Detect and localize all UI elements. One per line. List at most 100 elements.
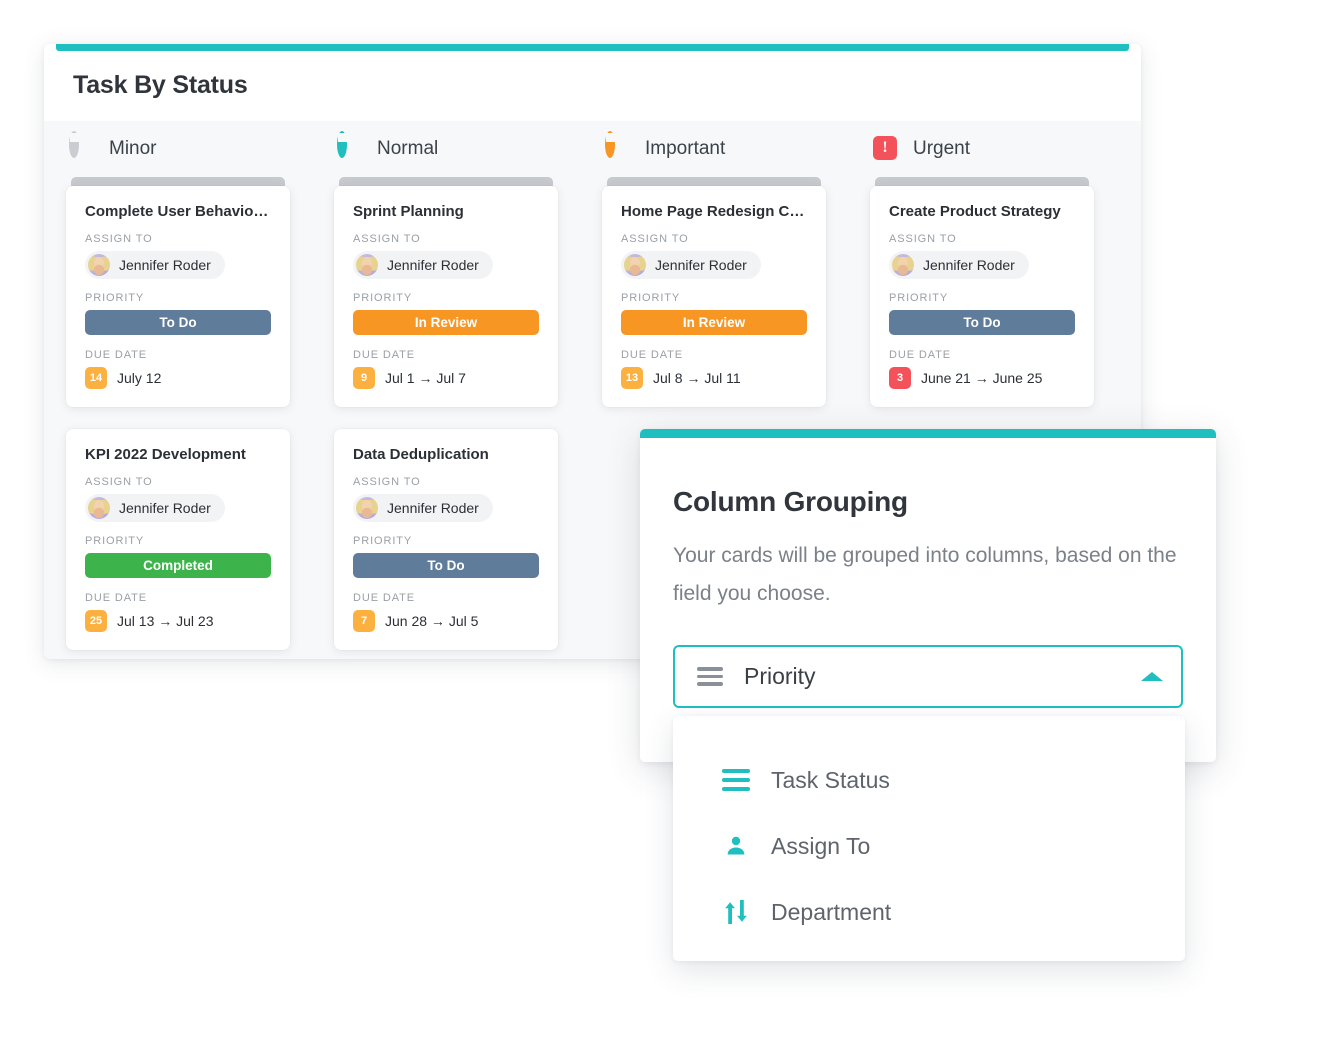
assign-to-label: ASSIGN TO bbox=[85, 476, 153, 488]
exclamation-mark: ! bbox=[873, 136, 897, 160]
column-header-minor[interactable]: Minor bbox=[44, 121, 312, 177]
status-badge[interactable]: In Review bbox=[353, 310, 539, 335]
task-card[interactable]: Home Page Redesign Conce... ASSIGN TO Je… bbox=[602, 186, 826, 407]
column-grouping-panel: Column Grouping Your cards will be group… bbox=[640, 429, 1216, 762]
chevron-up-icon[interactable] bbox=[1141, 672, 1163, 681]
column-header-normal[interactable]: Normal bbox=[312, 121, 580, 177]
assignee-name: Jennifer Roder bbox=[387, 257, 479, 273]
assign-to-label: ASSIGN TO bbox=[889, 233, 957, 245]
assignee-name: Jennifer Roder bbox=[923, 257, 1015, 273]
exchange-arrows-icon bbox=[721, 899, 751, 925]
exclamation-badge-icon: ! bbox=[873, 136, 899, 162]
assignee-chip[interactable]: Jennifer Roder bbox=[85, 251, 225, 279]
column-label: Important bbox=[645, 138, 726, 159]
column-label: Urgent bbox=[913, 138, 971, 159]
grouping-field-dropdown: Task Status Assign To Department bbox=[673, 716, 1185, 961]
due-date-chip: 9 bbox=[353, 367, 375, 389]
assign-to-label: ASSIGN TO bbox=[353, 476, 421, 488]
screen: Task By Status Minor Complete User Behav… bbox=[0, 0, 1340, 1054]
status-badge[interactable]: In Review bbox=[621, 310, 807, 335]
ring-gray-icon bbox=[69, 131, 95, 162]
due-date-text: June 21 → June 25 bbox=[921, 370, 1043, 386]
due-date-chip: 7 bbox=[353, 610, 375, 632]
dropdown-option-label: Department bbox=[771, 898, 892, 925]
dropdown-option-assign-to[interactable]: Assign To bbox=[673, 813, 1185, 879]
assignee-chip[interactable]: Jennifer Roder bbox=[889, 251, 1029, 279]
due-date-label: DUE DATE bbox=[85, 592, 148, 604]
stack-top-bar bbox=[607, 177, 821, 186]
column-card-stack: Complete User Behavior An... ASSIGN TO J… bbox=[66, 177, 290, 650]
task-title: Sprint Planning bbox=[353, 203, 464, 220]
due-date-chip: 14 bbox=[85, 367, 107, 389]
priority-label: PRIORITY bbox=[353, 535, 413, 547]
grouping-field-select[interactable]: Priority bbox=[673, 645, 1183, 708]
assignee-chip[interactable]: Jennifer Roder bbox=[85, 494, 225, 522]
avatar bbox=[356, 497, 378, 519]
dropdown-option-task-status[interactable]: Task Status bbox=[673, 747, 1185, 813]
task-title: Data Deduplication bbox=[353, 446, 489, 463]
due-date-chip: 3 bbox=[889, 367, 911, 389]
status-badge[interactable]: To Do bbox=[85, 310, 271, 335]
task-title: Home Page Redesign Conce... bbox=[621, 203, 807, 220]
due-date-text: Jul 13 → Jul 23 bbox=[117, 613, 214, 629]
assign-to-label: ASSIGN TO bbox=[353, 233, 421, 245]
column-header-urgent[interactable]: ! Urgent bbox=[848, 121, 1116, 177]
task-card[interactable]: Complete User Behavior An... ASSIGN TO J… bbox=[66, 186, 290, 407]
avatar bbox=[356, 254, 378, 276]
stack-top-bar bbox=[339, 177, 553, 186]
task-card[interactable]: Create Product Strategy ASSIGN TO Jennif… bbox=[870, 186, 1094, 407]
avatar bbox=[88, 497, 110, 519]
due-date-chip: 25 bbox=[85, 610, 107, 632]
due-date-text: July 12 bbox=[117, 370, 162, 386]
task-card[interactable]: Sprint Planning ASSIGN TO Jennifer Roder… bbox=[334, 186, 558, 407]
column-label: Minor bbox=[109, 138, 157, 159]
due-date-row: 14 July 12 bbox=[85, 367, 271, 389]
grouping-field-value: Priority bbox=[744, 663, 816, 689]
grouping-description: Your cards will be grouped into columns,… bbox=[673, 544, 1177, 605]
assignee-name: Jennifer Roder bbox=[119, 500, 211, 516]
column-card-stack: Create Product Strategy ASSIGN TO Jennif… bbox=[870, 177, 1094, 407]
list-lines-icon bbox=[721, 764, 751, 796]
grouping-title: Column Grouping bbox=[673, 486, 908, 517]
assign-to-label: ASSIGN TO bbox=[621, 233, 689, 245]
status-badge[interactable]: To Do bbox=[889, 310, 1075, 335]
due-date-row: 25 Jul 13 → Jul 23 bbox=[85, 610, 271, 632]
assignee-chip[interactable]: Jennifer Roder bbox=[353, 251, 493, 279]
due-date-label: DUE DATE bbox=[889, 349, 952, 361]
assignee-name: Jennifer Roder bbox=[655, 257, 747, 273]
due-date-row: 13 Jul 8 → Jul 11 bbox=[621, 367, 807, 389]
ring-orange-icon bbox=[605, 131, 631, 162]
task-card[interactable]: Data Deduplication ASSIGN TO Jennifer Ro… bbox=[334, 429, 558, 650]
task-card[interactable]: KPI 2022 Development ASSIGN TO Jennifer … bbox=[66, 429, 290, 650]
column-card-stack: Sprint Planning ASSIGN TO Jennifer Roder… bbox=[334, 177, 558, 650]
due-date-chip: 13 bbox=[621, 367, 643, 389]
priority-label: PRIORITY bbox=[353, 292, 413, 304]
priority-label: PRIORITY bbox=[85, 292, 145, 304]
due-date-text: Jun 28 → Jul 5 bbox=[385, 613, 479, 629]
column-label: Normal bbox=[377, 138, 439, 159]
dropdown-option-department[interactable]: Department bbox=[673, 879, 1185, 945]
panel-accent-bar bbox=[640, 429, 1216, 438]
assignee-chip[interactable]: Jennifer Roder bbox=[621, 251, 761, 279]
ring-teal-icon bbox=[337, 131, 363, 162]
priority-label: PRIORITY bbox=[621, 292, 681, 304]
column-card-stack: Home Page Redesign Conce... ASSIGN TO Je… bbox=[602, 177, 826, 407]
column-header-important[interactable]: Important bbox=[580, 121, 848, 177]
due-date-label: DUE DATE bbox=[621, 349, 684, 361]
status-badge[interactable]: To Do bbox=[353, 553, 539, 578]
due-date-row: 9 Jul 1 → Jul 7 bbox=[353, 367, 539, 389]
stack-top-bar bbox=[71, 177, 285, 186]
assign-to-label: ASSIGN TO bbox=[85, 233, 153, 245]
avatar bbox=[892, 254, 914, 276]
stack-top-bar bbox=[875, 177, 1089, 186]
board-accent-bar bbox=[56, 44, 1129, 51]
board-column-normal: Normal Sprint Planning ASSIGN TO Jennife… bbox=[312, 121, 580, 659]
board-column-minor: Minor Complete User Behavior An... ASSIG… bbox=[44, 121, 312, 659]
due-date-label: DUE DATE bbox=[353, 349, 416, 361]
due-date-label: DUE DATE bbox=[85, 349, 148, 361]
dropdown-option-label: Assign To bbox=[771, 832, 871, 859]
assignee-chip[interactable]: Jennifer Roder bbox=[353, 494, 493, 522]
status-badge[interactable]: Completed bbox=[85, 553, 271, 578]
avatar bbox=[624, 254, 646, 276]
due-date-label: DUE DATE bbox=[353, 592, 416, 604]
